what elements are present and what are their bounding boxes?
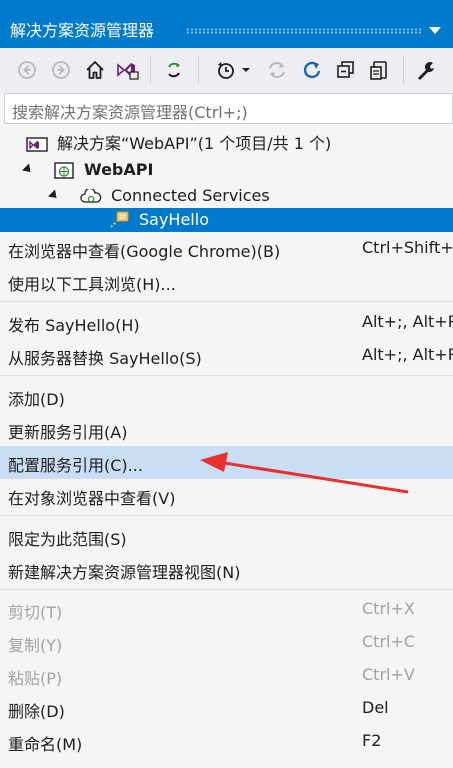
copy-icon[interactable]: [368, 58, 392, 82]
menu-item-shortcut: Ctrl+V: [362, 665, 415, 684]
tree-node-connected-services[interactable]: Connected Services: [0, 184, 453, 208]
history-dropdown-icon[interactable]: [240, 58, 252, 82]
service-reference-icon: [108, 210, 130, 234]
menu-item-scope-to-this[interactable]: 限定为此范围(S): [0, 520, 453, 553]
menu-item-view-in-object-browser[interactable]: 在对象浏览器中查看(V): [0, 479, 453, 512]
menu-separator: [0, 375, 453, 376]
collapse-icon[interactable]: [334, 58, 358, 82]
menu-item-label: 新建解决方案资源管理器视图(N): [8, 563, 241, 582]
solution-label: 解决方案“WebAPI”(1 个项目/共 1 个): [57, 134, 332, 153]
history-icon[interactable]: [214, 58, 238, 82]
panel-title-bar: 解决方案资源管理器: [0, 0, 453, 48]
sync-icon[interactable]: [162, 58, 186, 82]
menu-item-shortcut: Alt+;, Alt+R: [362, 345, 453, 364]
menu-separator: [0, 589, 453, 590]
menu-item-shortcut: Ctrl+C: [362, 632, 416, 651]
menu-item-configure-service-reference[interactable]: 配置服务引用(C)...: [0, 446, 453, 479]
menu-item-label: 重命名(M): [8, 735, 83, 754]
tree-node-project[interactable]: WebAPI: [0, 158, 453, 182]
menu-item-shortcut: Ctrl+Shift+W: [362, 238, 453, 257]
refresh-icon[interactable]: [300, 58, 324, 82]
vs-switch-icon[interactable]: [116, 58, 140, 82]
menu-item-paste[interactable]: 粘贴(P) Ctrl+V: [0, 659, 453, 692]
wrench-icon[interactable]: [414, 58, 438, 82]
forward-icon[interactable]: [49, 58, 73, 82]
connected-services-label: Connected Services: [111, 186, 270, 205]
menu-item-shortcut: Alt+;, Alt+P: [362, 312, 453, 331]
menu-item-shortcut: Ctrl+X: [362, 599, 415, 618]
menu-item-copy[interactable]: 复制(Y) Ctrl+C: [0, 626, 453, 659]
toolbar-separator: [198, 56, 199, 84]
web-project-icon: [54, 162, 74, 186]
toolbar: [0, 48, 453, 93]
menu-item-label: 从服务器替换 SayHello(S): [8, 349, 202, 368]
menu-item-label: 添加(D): [8, 390, 65, 409]
chevron-down-icon[interactable]: [429, 27, 441, 34]
menu-item-view-in-browser[interactable]: 在浏览器中查看(Google Chrome)(B) Ctrl+Shift+W: [0, 232, 453, 265]
menu-item-label: 在浏览器中查看(Google Chrome)(B): [8, 242, 281, 261]
toolbar-separator: [150, 56, 151, 84]
menu-item-update-service-reference[interactable]: 更新服务引用(A): [0, 413, 453, 446]
menu-item-label: 复制(Y): [8, 636, 63, 655]
menu-item-shortcut: Del: [362, 698, 389, 717]
solution-icon: [26, 136, 48, 160]
menu-item-label: 使用以下工具浏览(H)...: [8, 275, 176, 294]
search-input[interactable]: 搜索解决方案资源管理器(Ctrl+;): [4, 93, 453, 124]
menu-item-browse-with[interactable]: 使用以下工具浏览(H)...: [0, 265, 453, 298]
solution-tree: 解决方案“WebAPI”(1 个项目/共 1 个) WebAPI Connect…: [0, 124, 453, 234]
menu-item-delete[interactable]: 删除(D) Del: [0, 692, 453, 725]
search-placeholder: 搜索解决方案资源管理器(Ctrl+;): [12, 103, 248, 122]
sayhello-label: SayHello: [139, 210, 209, 229]
menu-item-label: 限定为此范围(S): [8, 530, 127, 549]
menu-separator: [0, 301, 453, 302]
menu-item-new-explorer-view[interactable]: 新建解决方案资源管理器视图(N): [0, 553, 453, 586]
context-menu: 在浏览器中查看(Google Chrome)(B) Ctrl+Shift+W 使…: [0, 232, 453, 768]
title-bar-grip[interactable]: [186, 28, 423, 34]
tree-node-solution[interactable]: 解决方案“WebAPI”(1 个项目/共 1 个): [0, 132, 453, 156]
project-label: WebAPI: [84, 160, 154, 179]
menu-item-add[interactable]: 添加(D): [0, 380, 453, 413]
refresh-gray-icon[interactable]: [265, 58, 289, 82]
menu-item-label: 在对象浏览器中查看(V): [8, 489, 176, 508]
menu-item-rename[interactable]: 重命名(M) F2: [0, 725, 453, 758]
menu-item-replace-from-server[interactable]: 从服务器替换 SayHello(S) Alt+;, Alt+R: [0, 339, 453, 372]
menu-item-label: 剪切(T): [8, 603, 63, 622]
menu-item-label: 删除(D): [8, 702, 65, 721]
back-icon[interactable]: [15, 58, 39, 82]
menu-item-publish[interactable]: 发布 SayHello(H) Alt+;, Alt+P: [0, 306, 453, 339]
tree-node-sayhello[interactable]: SayHello: [0, 208, 453, 232]
menu-item-shortcut: F2: [362, 731, 382, 750]
menu-item-label: 更新服务引用(A): [8, 423, 128, 442]
menu-item-label: 粘贴(P): [8, 669, 63, 688]
menu-item-label: 发布 SayHello(H): [8, 316, 140, 335]
menu-separator: [0, 515, 453, 516]
expanded-arrow-icon[interactable]: [21, 163, 35, 176]
panel-title: 解决方案资源管理器: [10, 21, 155, 40]
home-icon[interactable]: [83, 58, 107, 82]
toolbar-separator: [403, 56, 404, 84]
menu-item-cut[interactable]: 剪切(T) Ctrl+X: [0, 593, 453, 626]
expanded-arrow-icon[interactable]: [47, 189, 61, 202]
menu-item-label: 配置服务引用(C)...: [8, 456, 143, 475]
